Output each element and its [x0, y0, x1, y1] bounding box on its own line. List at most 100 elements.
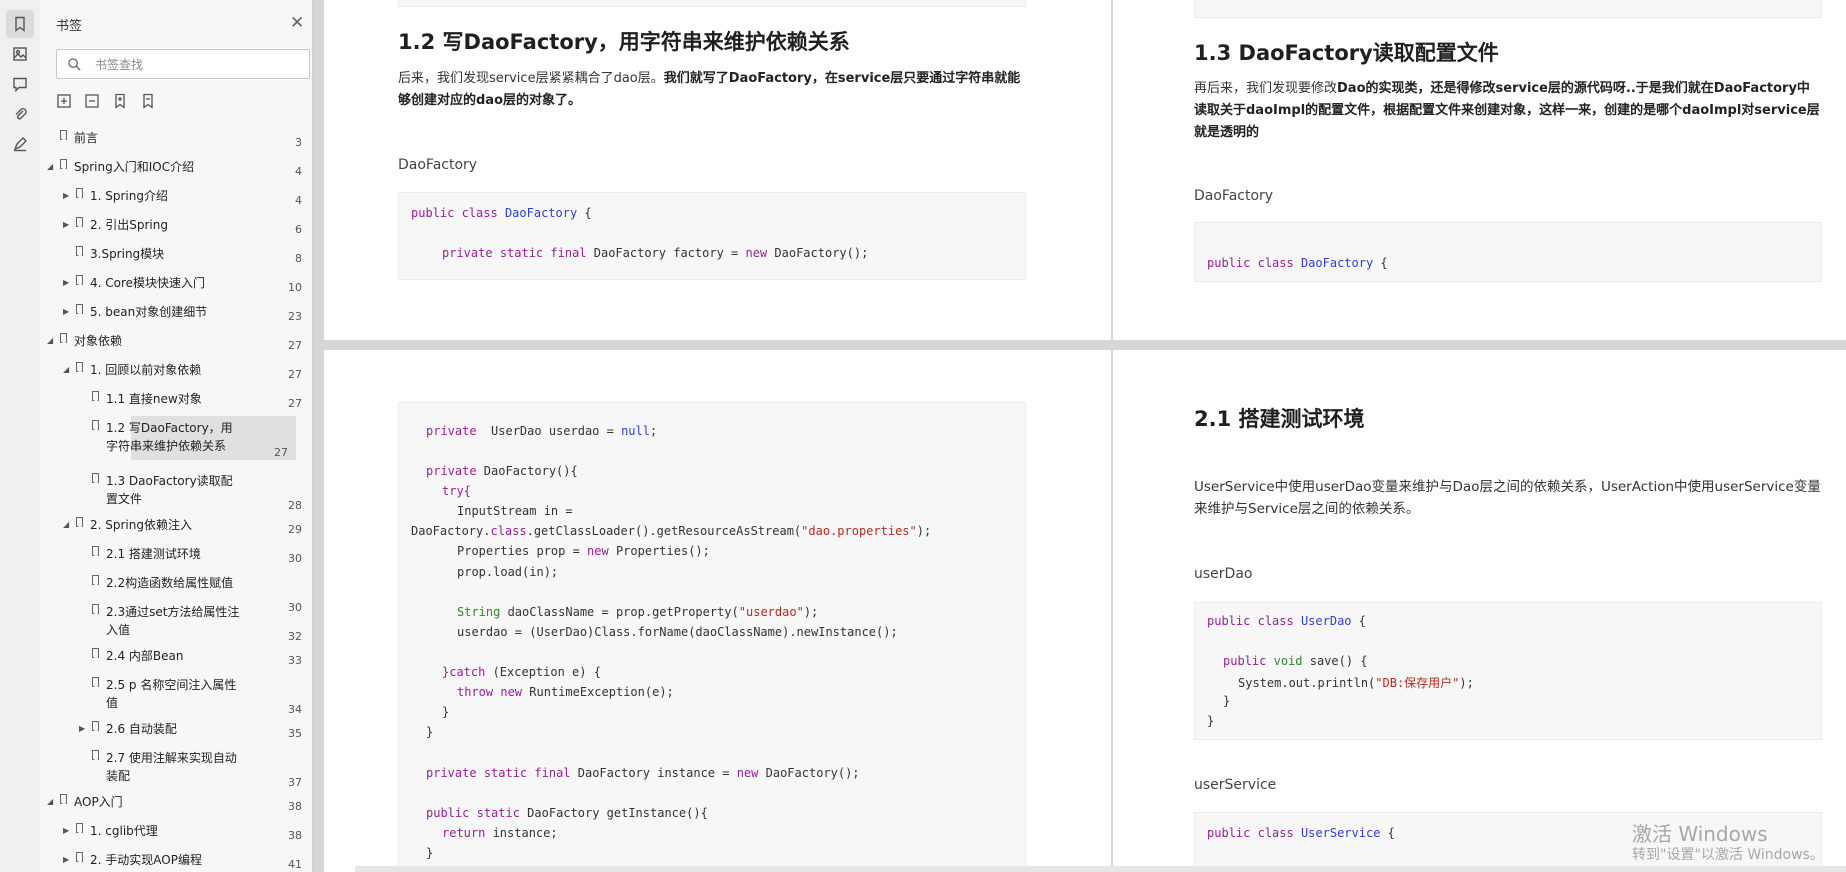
- bookmark-item[interactable]: 前言 3: [40, 126, 310, 150]
- collapse-toggle-icon[interactable]: ◢: [63, 516, 73, 534]
- bookmark-page-number: 34: [288, 703, 302, 716]
- code-block: public class DaoFactory { private static…: [398, 192, 1026, 280]
- bookmark-icon: [60, 333, 67, 343]
- bookmark-label: AOP入门: [74, 795, 123, 809]
- close-icon[interactable]: ✕: [290, 14, 304, 32]
- bookmark-page-number: 10: [288, 281, 302, 294]
- bookmark-icon: [76, 517, 83, 527]
- bookmark-icon: [76, 362, 83, 372]
- bookmark-item[interactable]: 1.1 直接new对象 27: [40, 387, 310, 411]
- expand-toggle-icon[interactable]: ▶: [63, 851, 73, 869]
- document-hscrollbar[interactable]: [355, 866, 1846, 872]
- code-block: public class UserDao { public void save(…: [1194, 602, 1822, 740]
- bookmark-page-number: 35: [288, 727, 302, 740]
- bookmark-label: 2.4 内部Bean: [106, 649, 184, 663]
- bookmark-icon: [92, 604, 99, 614]
- expand-all-icon[interactable]: [56, 93, 74, 111]
- bookmark-icon: [92, 420, 99, 430]
- delete-bookmark-icon[interactable]: [140, 93, 158, 111]
- bookmark-search[interactable]: [56, 49, 310, 79]
- bookmark-icon: [92, 575, 99, 585]
- expand-toggle-icon[interactable]: ▶: [63, 187, 73, 205]
- bookmark-label: 2.1 搭建测试环境: [106, 547, 201, 561]
- bookmark-label: 2. Spring依赖注入: [90, 518, 192, 532]
- bookmark-icon: [76, 275, 83, 285]
- bookmark-label: Spring入门和IOC介绍: [74, 160, 195, 174]
- bookmark-icon: [60, 130, 67, 140]
- comment-icon[interactable]: [6, 70, 34, 98]
- bookmark-icon: [92, 750, 99, 760]
- collapse-toggle-icon[interactable]: ◢: [47, 332, 57, 350]
- attachment-icon[interactable]: [6, 100, 34, 128]
- collapse-toggle-icon[interactable]: ◢: [63, 361, 73, 379]
- bookmark-item[interactable]: ▶ 2. 手动实现AOP编程 41: [40, 848, 310, 872]
- bookmark-item[interactable]: 1.2 写DaoFactory，用字符串来维护依赖关系 27: [92, 416, 296, 460]
- bookmark-icon: [76, 852, 83, 862]
- expand-toggle-icon[interactable]: ▶: [63, 216, 73, 234]
- panel-scrollbar[interactable]: [312, 120, 313, 872]
- bookmark-label: 2.7 使用注解来实现自动装配: [106, 751, 237, 783]
- bookmark-item[interactable]: 2.7 使用注解来实现自动装配 37: [40, 746, 310, 790]
- search-input[interactable]: [93, 54, 307, 76]
- bookmark-item[interactable]: 2.4 内部Bean 33: [40, 644, 310, 668]
- code-block-fragment: [398, 0, 1026, 7]
- bookmark-label: 1. cglib代理: [90, 824, 158, 838]
- bookmark-label: 2. 手动实现AOP编程: [90, 853, 202, 867]
- bookmark-item[interactable]: ▶ 4. Core模块快速入门 10: [40, 271, 310, 295]
- code-block: private UserDao userdao = null; private …: [398, 402, 1026, 872]
- bookmark-item[interactable]: 2.1 搭建测试环境 30: [40, 542, 310, 566]
- bookmark-icon: [76, 304, 83, 314]
- windows-activation-hint: 转到"设置"以激活 Windows。: [1632, 847, 1824, 863]
- section-heading: 1.3 DaoFactory读取配置文件: [1194, 41, 1499, 65]
- section-paragraph: 后来，我们发现service层紧紧耦合了dao层。我们就写了DaoFactory…: [398, 71, 1021, 108]
- image-icon[interactable]: [6, 40, 34, 68]
- document-view[interactable]: 1.2 写DaoFactory，用字符串来维护依赖关系 后来，我们发现servi…: [324, 0, 1846, 872]
- bookmark-item[interactable]: 1.3 DaoFactory读取配置文件 28: [40, 469, 310, 513]
- bookmark-item[interactable]: ◢ 1. 回顾以前对象依赖 27: [40, 358, 310, 382]
- bookmark-label: 2.5 p 名称空间注入属性值: [106, 678, 237, 710]
- bookmark-page-number: 8: [295, 252, 302, 265]
- bookmark-label: 2. 引出Spring: [90, 218, 168, 232]
- bookmark-page-number: 32: [288, 630, 302, 643]
- code-block-fragment: [1194, 0, 1822, 18]
- bookmark-icon: [76, 246, 83, 256]
- collapse-all-icon[interactable]: [84, 93, 102, 111]
- bookmark-item[interactable]: 2.3通过set方法给属性注入值 32: [40, 600, 310, 644]
- code-caption: userService: [1194, 777, 1277, 793]
- bookmark-item[interactable]: ▶ 1. Spring介绍 4: [40, 184, 310, 208]
- section-paragraph: UserService中使用userDao变量来维护与Dao层之间的依赖关系，U…: [1194, 479, 1821, 517]
- bookmark-item[interactable]: ◢ Spring入门和IOC介绍 4: [40, 155, 310, 179]
- bookmark-item[interactable]: ◢ AOP入门 38: [40, 790, 310, 814]
- bookmark-label: 1. Spring介绍: [90, 189, 168, 203]
- bookmark-label: 4. Core模块快速入门: [90, 276, 206, 290]
- collapse-toggle-icon[interactable]: ◢: [47, 158, 57, 176]
- expand-toggle-icon[interactable]: ▶: [63, 303, 73, 321]
- expand-toggle-icon[interactable]: ▶: [63, 274, 73, 292]
- bookmark-page-number: 27: [274, 446, 288, 459]
- bookmark-icon: [92, 648, 99, 658]
- bookmark-label: 1. 回顾以前对象依赖: [90, 363, 202, 377]
- page-30: 2.1 搭建测试环境 UserService中使用userDao变量来维护与Da…: [1113, 350, 1846, 872]
- bookmark-icon: [92, 391, 99, 401]
- bookmark-panel-icon[interactable]: [6, 10, 34, 38]
- bookmark-item[interactable]: ▶ 2. 引出Spring 6: [40, 213, 310, 237]
- bookmark-icon: [92, 721, 99, 731]
- bookmark-item[interactable]: ▶ 2.6 自动装配 35: [40, 717, 310, 741]
- bookmark-item[interactable]: 2.5 p 名称空间注入属性值 34: [40, 673, 310, 717]
- bookmark-item[interactable]: ◢ 对象依赖 27: [40, 329, 310, 353]
- sign-icon[interactable]: [6, 130, 34, 158]
- page-28-top: 1.3 DaoFactory读取配置文件 再后来，我们发现要修改Dao的实现类，…: [1113, 0, 1846, 340]
- expand-toggle-icon[interactable]: ▶: [63, 822, 73, 840]
- left-rail: [0, 0, 41, 872]
- bookmark-page-number: 41: [288, 858, 302, 871]
- expand-toggle-icon[interactable]: ▶: [79, 720, 89, 738]
- code-caption: DaoFactory: [398, 157, 478, 173]
- bookmark-item[interactable]: ▶ 1. cglib代理 38: [40, 819, 310, 843]
- bookmark-item[interactable]: ◢ 2. Spring依赖注入 29: [40, 513, 310, 537]
- bookmark-page-number: 23: [288, 310, 302, 323]
- bookmark-item[interactable]: ▶ 5. bean对象创建细节 23: [40, 300, 310, 324]
- bookmark-item[interactable]: 3.Spring模块 8: [40, 242, 310, 266]
- bookmark-icon: [92, 546, 99, 556]
- add-bookmark-icon[interactable]: [112, 93, 130, 111]
- collapse-toggle-icon[interactable]: ◢: [47, 793, 57, 811]
